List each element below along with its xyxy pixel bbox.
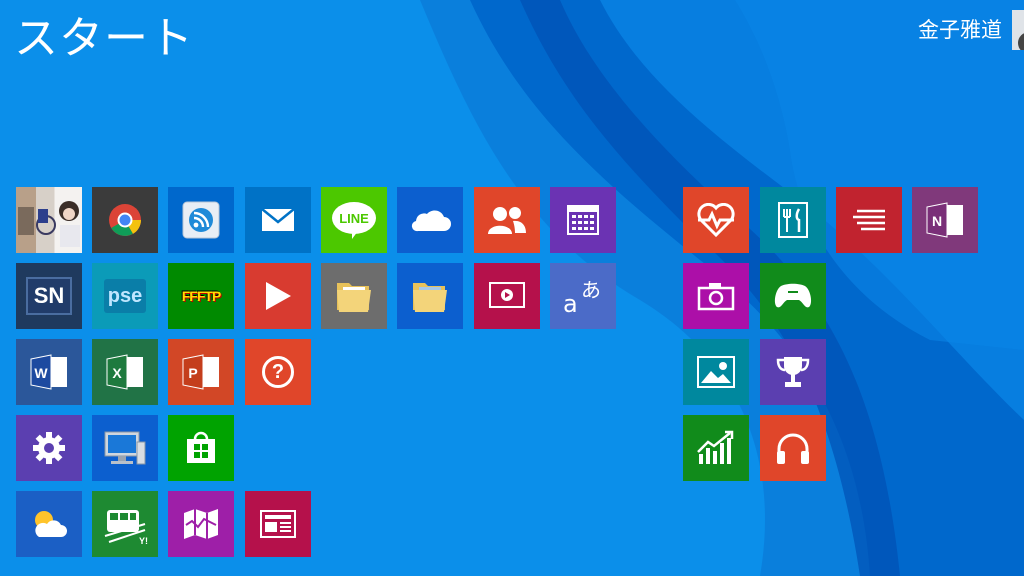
tile-food[interactable] [760, 187, 826, 253]
reading-list-icon [853, 209, 885, 231]
tile-photo[interactable] [16, 187, 82, 253]
media-player-icon [489, 282, 525, 308]
calendar-icon [567, 205, 599, 235]
tile-onedrive[interactable] [397, 187, 463, 253]
tile-games[interactable] [760, 263, 826, 329]
camera-icon [697, 283, 735, 311]
finance-chart-icon [697, 430, 734, 464]
news-icon [260, 510, 296, 538]
tile-settings[interactable] [16, 415, 82, 481]
tile-calendar[interactable] [550, 187, 616, 253]
tile-sports[interactable] [760, 339, 826, 405]
sn-label: SN [33, 283, 65, 308]
people-icon [488, 207, 526, 234]
onenote-label: N [932, 213, 942, 229]
excel-label: X [112, 365, 122, 381]
word-label: W [34, 365, 48, 381]
tile-excel[interactable]: X [92, 339, 158, 405]
powerpoint-icon: P [182, 354, 219, 390]
tile-maps[interactable] [168, 491, 234, 557]
chrome-icon [109, 204, 141, 236]
tile-translator[interactable]: あ a [550, 263, 616, 329]
maps-icon [184, 509, 218, 539]
line-icon: LINE [332, 202, 376, 239]
xbox-controller-icon [774, 283, 812, 308]
photo-thumbnail-icon [18, 201, 80, 247]
word-icon: W [30, 354, 67, 390]
tile-people[interactable] [474, 187, 540, 253]
tile-mail[interactable] [245, 187, 311, 253]
ffftp-label: FFFTP [181, 288, 222, 304]
tile-powerpoint[interactable]: P [168, 339, 234, 405]
excel-icon: X [106, 354, 143, 390]
pse-label: pse [107, 284, 143, 307]
tile-photos[interactable] [683, 339, 749, 405]
tile-media-player[interactable] [474, 263, 540, 329]
play-icon [266, 282, 291, 310]
translator-glyph-ja: あ [581, 278, 601, 302]
tile-help[interactable]: ? [245, 339, 311, 405]
tile-folder-1[interactable] [321, 263, 387, 329]
tile-ffftp[interactable]: FFFTP [168, 263, 234, 329]
translator-glyph-en: a [563, 290, 578, 318]
tile-desktop[interactable] [92, 415, 158, 481]
train-label: Y! [139, 536, 148, 546]
trophy-icon [776, 357, 810, 387]
monitor-icon [104, 431, 146, 465]
mail-icon [261, 208, 295, 231]
start-title: スタート [14, 13, 194, 64]
tile-line[interactable]: LINE [321, 187, 387, 253]
folder-icon [337, 283, 371, 312]
tile-health[interactable] [683, 187, 749, 253]
onenote-icon: N [926, 202, 963, 238]
tile-chrome[interactable] [92, 187, 158, 253]
tile-rss-reader[interactable] [168, 187, 234, 253]
tile-photoshop-elements[interactable]: pse [92, 263, 158, 329]
help-icon: ? [262, 356, 294, 388]
tile-news[interactable] [245, 491, 311, 557]
tile-folder-2[interactable] [397, 263, 463, 329]
tile-video[interactable] [245, 263, 311, 329]
heart-icon [697, 203, 735, 237]
store-icon [187, 431, 215, 463]
cloud-icon [411, 210, 451, 232]
tile-camera[interactable] [683, 263, 749, 329]
folder-icon [413, 283, 447, 312]
tile-reading-list[interactable] [836, 187, 902, 253]
tile-weather[interactable] [16, 491, 82, 557]
line-label: LINE [339, 211, 369, 226]
help-label: ? [271, 360, 285, 383]
powerpoint-label: P [188, 365, 197, 381]
user-name[interactable]: 金子雅道 [918, 14, 1002, 44]
translator-icon: あ a [561, 274, 605, 318]
train-icon: Y! [104, 510, 148, 546]
tile-word[interactable]: W [16, 339, 82, 405]
gear-icon [33, 432, 65, 464]
photos-icon [697, 356, 735, 388]
weather-icon [35, 511, 67, 537]
avatar[interactable] [1012, 10, 1024, 50]
tile-finance[interactable] [683, 415, 749, 481]
rss-reader-icon [182, 201, 220, 239]
tile-onenote[interactable]: N [912, 187, 978, 253]
tile-sn[interactable]: SN [16, 263, 82, 329]
tile-music[interactable] [760, 415, 826, 481]
fork-knife-icon [778, 202, 808, 238]
headphones-icon [777, 433, 809, 464]
tile-store[interactable] [168, 415, 234, 481]
tile-train-route[interactable]: Y! [92, 491, 158, 557]
